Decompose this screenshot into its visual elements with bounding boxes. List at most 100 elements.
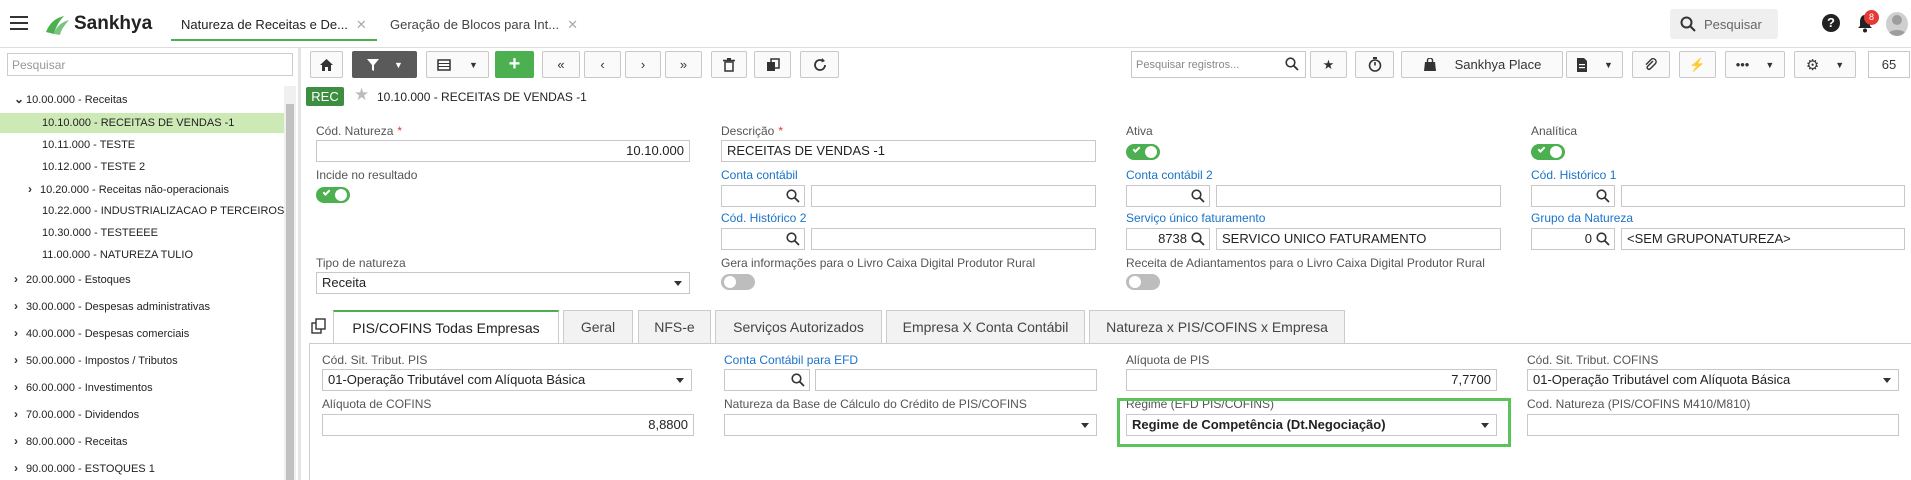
cod-natureza-pis-input[interactable] [1527,414,1899,436]
tab-servicos-autorizados[interactable]: Serviços Autorizados [715,310,882,343]
cst-cofins-select[interactable]: 01-Operação Tributável com Alíquota Bási… [1527,369,1899,391]
tipo-natureza-select[interactable]: Receita [316,272,690,294]
copy-icon[interactable] [311,318,327,334]
conta-contabil-label[interactable]: Conta contábil [721,168,798,182]
search-icon[interactable] [1191,189,1205,203]
more-options-button[interactable]: ••• ▼ [1725,51,1785,78]
tree-node[interactable]: › 80.00.000 - Receitas [14,431,128,451]
report-button[interactable]: ▼ [1566,51,1623,78]
star-icon[interactable]: ★ [354,85,369,105]
chevron-down-icon[interactable]: ⌄ [14,89,26,109]
tab-nfse[interactable]: NFS-e [638,310,711,343]
tree-node[interactable]: ⌄ 10.00.000 - Receitas [14,89,128,109]
aliquota-pis-input[interactable]: 7,7700 [1126,369,1497,391]
cod-historico-1-label[interactable]: Cód. Histórico 1 [1531,168,1616,182]
menu-icon[interactable] [10,16,28,30]
gera-info-toggle[interactable] [721,274,755,290]
sankhya-place-button[interactable]: Sankhya Place [1401,51,1563,78]
tree-node[interactable]: › 10.20.000 - Receitas não-operacionais [28,179,229,199]
conta-contabil-2-label[interactable]: Conta contábil 2 [1126,168,1213,182]
cod-historico-2-label[interactable]: Cód. Histórico 2 [721,211,806,225]
grid-view-button[interactable]: ▼ [426,51,489,78]
tree-node[interactable]: › 60.00.000 - Investimentos [14,377,153,397]
cod-historico-2-code-input[interactable] [721,228,805,250]
servico-unico-label[interactable]: Serviço único faturamento [1126,211,1265,225]
actions-button[interactable]: ⚡ [1679,51,1716,78]
timer-button[interactable] [1355,51,1394,78]
chevron-right-icon[interactable]: › [14,350,26,370]
previous-record-button[interactable]: ‹ [584,51,621,78]
tree-node[interactable]: › 20.00.000 - Estoques [14,269,131,289]
next-record-button[interactable]: › [625,51,661,78]
servico-unico-code-input[interactable]: 8738 [1126,228,1210,250]
tab-geracao-blocos[interactable]: Geração de Blocos para Int... ✕ [380,9,588,41]
tree-node[interactable]: 10.30.000 - TESTEEEE [42,223,158,243]
tree-scrollbar[interactable] [284,86,296,480]
cod-historico-1-desc-input[interactable] [1621,185,1905,207]
scrollbar-thumb[interactable] [286,104,294,480]
grupo-natureza-label[interactable]: Grupo da Natureza [1531,211,1633,225]
search-icon[interactable] [1596,232,1610,246]
search-icon[interactable] [1596,189,1610,203]
tree-node[interactable]: 10.12.000 - TESTE 2 [42,157,145,177]
first-record-button[interactable]: « [542,51,580,78]
natureza-base-select[interactable] [724,414,1097,436]
search-icon[interactable] [791,373,805,387]
cst-pis-select[interactable]: 01-Operação Tributável com Alíquota Bási… [322,369,692,391]
global-search-input[interactable]: Pesquisar [1670,9,1778,39]
refresh-button[interactable] [800,51,839,78]
tree-node[interactable]: › 90.00.000 - ESTOQUES 1 [14,458,155,478]
aliquota-cofins-input[interactable]: 8,8800 [322,414,694,436]
conta-contabil-2-desc-input[interactable] [1216,185,1501,207]
home-button[interactable] [310,51,343,78]
tree-node[interactable]: › 30.00.000 - Despesas administrativas [14,296,210,316]
record-search-input[interactable]: Pesquisar registros... [1131,51,1306,78]
chevron-right-icon[interactable]: › [28,179,40,199]
search-icon[interactable] [786,189,800,203]
grupo-natureza-code-input[interactable]: 0 [1531,228,1615,250]
chevron-right-icon[interactable]: › [14,323,26,343]
close-icon[interactable]: ✕ [356,17,367,32]
servico-unico-desc-input[interactable]: SERVICO UNICO FATURAMENTO [1216,228,1501,250]
conta-efd-desc-input[interactable] [815,369,1097,391]
receita-adiantamentos-toggle[interactable] [1126,274,1160,290]
delete-button[interactable] [711,51,747,78]
duplicate-button[interactable] [754,51,791,78]
analitica-toggle[interactable] [1531,144,1565,160]
conta-contabil-code-input[interactable] [721,185,805,207]
cod-historico-1-code-input[interactable] [1531,185,1615,207]
conta-efd-label[interactable]: Conta Contábil para EFD [724,353,858,367]
chevron-right-icon[interactable]: › [14,431,26,451]
tab-natureza[interactable]: Natureza de Receitas e De... ✕ [171,9,377,41]
chevron-right-icon[interactable]: › [14,269,26,289]
tab-natureza-pis-cofins-empresa[interactable]: Natureza x PIS/COFINS x Empresa [1089,310,1345,343]
descricao-input[interactable]: RECEITAS DE VENDAS -1 [721,140,1096,162]
favorite-button[interactable]: ★ [1310,51,1347,78]
tab-empresa-conta-contabil[interactable]: Empresa X Conta Contábil [886,310,1085,343]
cod-historico-2-desc-input[interactable] [811,228,1096,250]
ativa-toggle[interactable] [1126,144,1160,160]
tree-node[interactable]: › 40.00.000 - Despesas comerciais [14,323,189,343]
cod-natureza-input[interactable]: 10.10.000 [316,140,690,162]
tree-search-input[interactable]: Pesquisar [7,53,293,76]
tree-node-selected[interactable]: 10.10.000 - RECEITAS DE VENDAS -1 [0,113,284,133]
filter-button[interactable]: ▼ [352,51,417,78]
pane-splitter[interactable] [298,48,301,480]
search-icon[interactable] [1191,232,1205,246]
incide-toggle[interactable] [316,187,350,203]
add-button[interactable]: + [495,51,534,78]
search-icon[interactable] [786,232,800,246]
close-icon[interactable]: ✕ [567,17,578,32]
record-number[interactable]: 65 [1868,51,1910,78]
tree-node[interactable]: 10.22.000 - INDUSTRIALIZACAO P TERCEIROS [42,201,284,221]
tree-node[interactable]: › 70.00.000 - Dividendos [14,404,139,424]
chevron-right-icon[interactable]: › [14,296,26,316]
chevron-right-icon[interactable]: › [14,377,26,397]
tab-geral[interactable]: Geral [563,310,633,343]
settings-button[interactable]: ⚙ ▼ [1794,51,1856,78]
avatar[interactable] [1886,12,1908,36]
last-record-button[interactable]: » [665,51,702,78]
tree-node[interactable]: 10.11.000 - TESTE [42,135,135,155]
tab-pis-cofins[interactable]: PIS/COFINS Todas Empresas [333,310,559,344]
conta-contabil-desc-input[interactable] [811,185,1096,207]
